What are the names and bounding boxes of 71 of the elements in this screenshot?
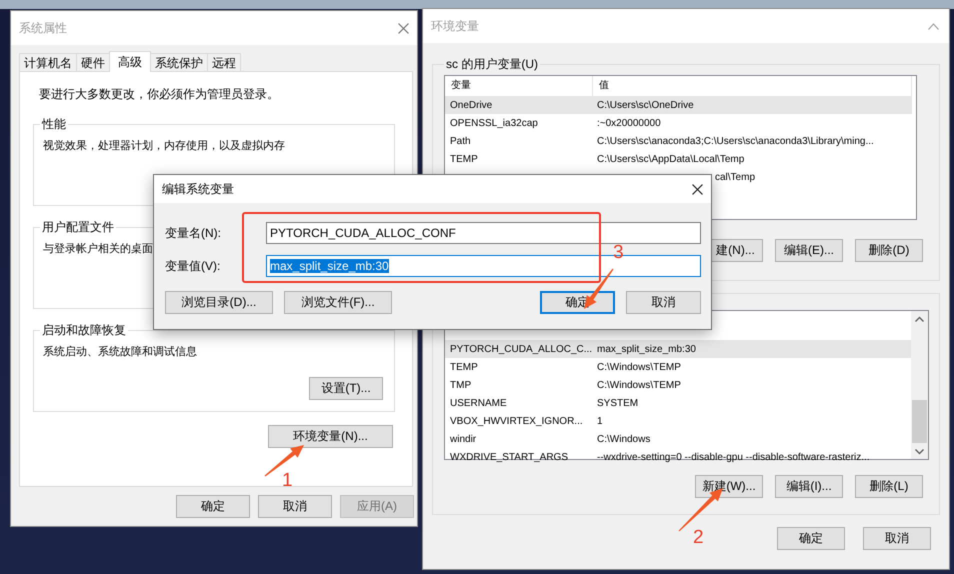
table-cell-text: C:\Users\sc\anaconda3;C:\Users\sc\anaconda3\Library\ming...: [596, 134, 875, 149]
tab[interactable]: 远程: [207, 53, 241, 71]
table-cell-text: C:\Users\sc\OneDrive: [596, 98, 695, 113]
close-icon[interactable]: [692, 184, 703, 194]
tab[interactable]: 硬件: [76, 53, 110, 71]
browse-button[interactable]: 浏览文件(F)...: [284, 291, 392, 314]
step-number: 2: [693, 528, 704, 547]
table-cell-text: WXDRIVE_START_ARGS: [449, 450, 569, 464]
table-cell-text: TEMP: [449, 360, 479, 374]
table-row[interactable]: PYTORCH_CUDA_ALLOC_C... max_split_size_mb:30: [445, 340, 911, 358]
table-cell-text: OneDrive: [449, 98, 494, 113]
table-cell-text: 1: [596, 414, 604, 428]
group-description: 视觉效果，处理器计划，内存使用，以及虚拟内存: [43, 138, 286, 154]
table-cell-text: VBOX_HWVIRTEX_IGNOR...: [449, 414, 584, 428]
dialog-button[interactable]: 确定: [777, 527, 845, 550]
text-field[interactable]: PYTORCH_CUDA_ALLOC_CONF: [266, 222, 701, 244]
table-cell-text: :~0x20000000: [596, 116, 662, 131]
table-row[interactable]: USERNAME SYSTEM: [445, 394, 911, 412]
list-button[interactable]: 删除(D): [855, 239, 923, 262]
list-button[interactable]: 编辑(I)...: [775, 475, 843, 498]
list-button[interactable]: 删除(L): [855, 475, 923, 498]
browse-button[interactable]: 浏览目录(D)...: [165, 291, 273, 314]
table-cell-text: USERNAME: [449, 396, 508, 410]
table-row[interactable]: OPENSSL_ia32cap :~0x20000000: [445, 114, 912, 132]
tab[interactable]: 高级: [109, 51, 151, 72]
table-cell-text: C:\Windows\TEMP: [596, 360, 682, 374]
group-label: 启动和故障恢复: [41, 323, 127, 338]
dialog-button[interactable]: 确定: [176, 495, 250, 518]
table-row[interactable]: OneDrive C:\Users\sc\OneDrive: [445, 96, 912, 114]
table-cell-text: SYSTEM: [596, 396, 640, 410]
dialog-button[interactable]: 取消: [863, 527, 931, 550]
table-cell-text: C:\Windows: [596, 432, 652, 446]
environment-variables-button[interactable]: 环境变量(N)...: [268, 425, 393, 448]
group-description: 系统启动、系统故障和调试信息: [43, 344, 198, 360]
field-label: 变量名(N):: [165, 225, 222, 242]
table-cell-text: OPENSSL_ia32cap: [449, 116, 539, 131]
group-label: sc 的用户变量(U): [445, 57, 539, 72]
table-row[interactable]: Path C:\Users\sc\anaconda3;C:\Users\sc\anaconda3\Library\ming...: [445, 132, 912, 150]
table-row[interactable]: TEMP C:\Users\sc\AppData\Local\Temp: [445, 150, 912, 168]
window-title: 环境变量: [431, 18, 479, 35]
window-title: 系统属性: [19, 20, 67, 37]
field-label: 变量值(V):: [165, 258, 222, 275]
table-cell-text: --wxdrive-setting=0 --disable-gpu --disable-software-rasteriz...: [596, 450, 871, 464]
settings-button[interactable]: 设置(T)...: [309, 376, 383, 400]
table-cell-text: windir: [449, 432, 478, 446]
list-button[interactable]: 编辑(E)...: [775, 239, 843, 262]
window-title: 编辑系统变量: [162, 181, 234, 198]
table-cell-text: C:\Windows\TEMP: [596, 378, 682, 392]
table-cell-text: TEMP: [449, 152, 479, 167]
tab[interactable]: 计算机名: [19, 53, 77, 71]
table-cell-text: cal\Temp: [714, 170, 756, 185]
table-row[interactable]: VBOX_HWVIRTEX_IGNOR... 1: [445, 412, 911, 430]
table-row[interactable]: WXDRIVE_START_ARGS --wxdrive-setting=0 --disable-gpu --disable-software-rasteriz...: [445, 448, 911, 466]
table-row[interactable]: TMP C:\Windows\TEMP: [445, 376, 911, 394]
group-description: 与登录帐户相关的桌面: [43, 242, 154, 258]
tab[interactable]: 系统保护: [150, 53, 208, 71]
table-cell-text: PYTORCH_CUDA_ALLOC_C...: [449, 342, 593, 356]
dialog-button[interactable]: 取消: [626, 291, 701, 314]
step-number: 1: [282, 471, 293, 490]
table-row[interactable]: TEMP C:\Windows\TEMP: [445, 358, 911, 376]
table-cell-text: C:\Users\sc\AppData\Local\Temp: [596, 152, 746, 167]
dialog-button[interactable]: 取消: [258, 495, 332, 518]
admin-note: 要进行大多数更改，你必须作为管理员登录。: [39, 86, 280, 103]
table-cell-text: max_split_size_mb:30: [596, 342, 697, 356]
table-cell-text: Path: [449, 134, 472, 149]
table-row[interactable]: cal\Temp: [713, 168, 912, 186]
table-row[interactable]: windir C:\Windows: [445, 430, 911, 448]
group-label: 用户配置文件: [41, 220, 115, 234]
table-cell-text: TMP: [449, 378, 472, 392]
group-label: 性能: [40, 117, 67, 132]
chevron-icon[interactable]: [928, 22, 939, 30]
